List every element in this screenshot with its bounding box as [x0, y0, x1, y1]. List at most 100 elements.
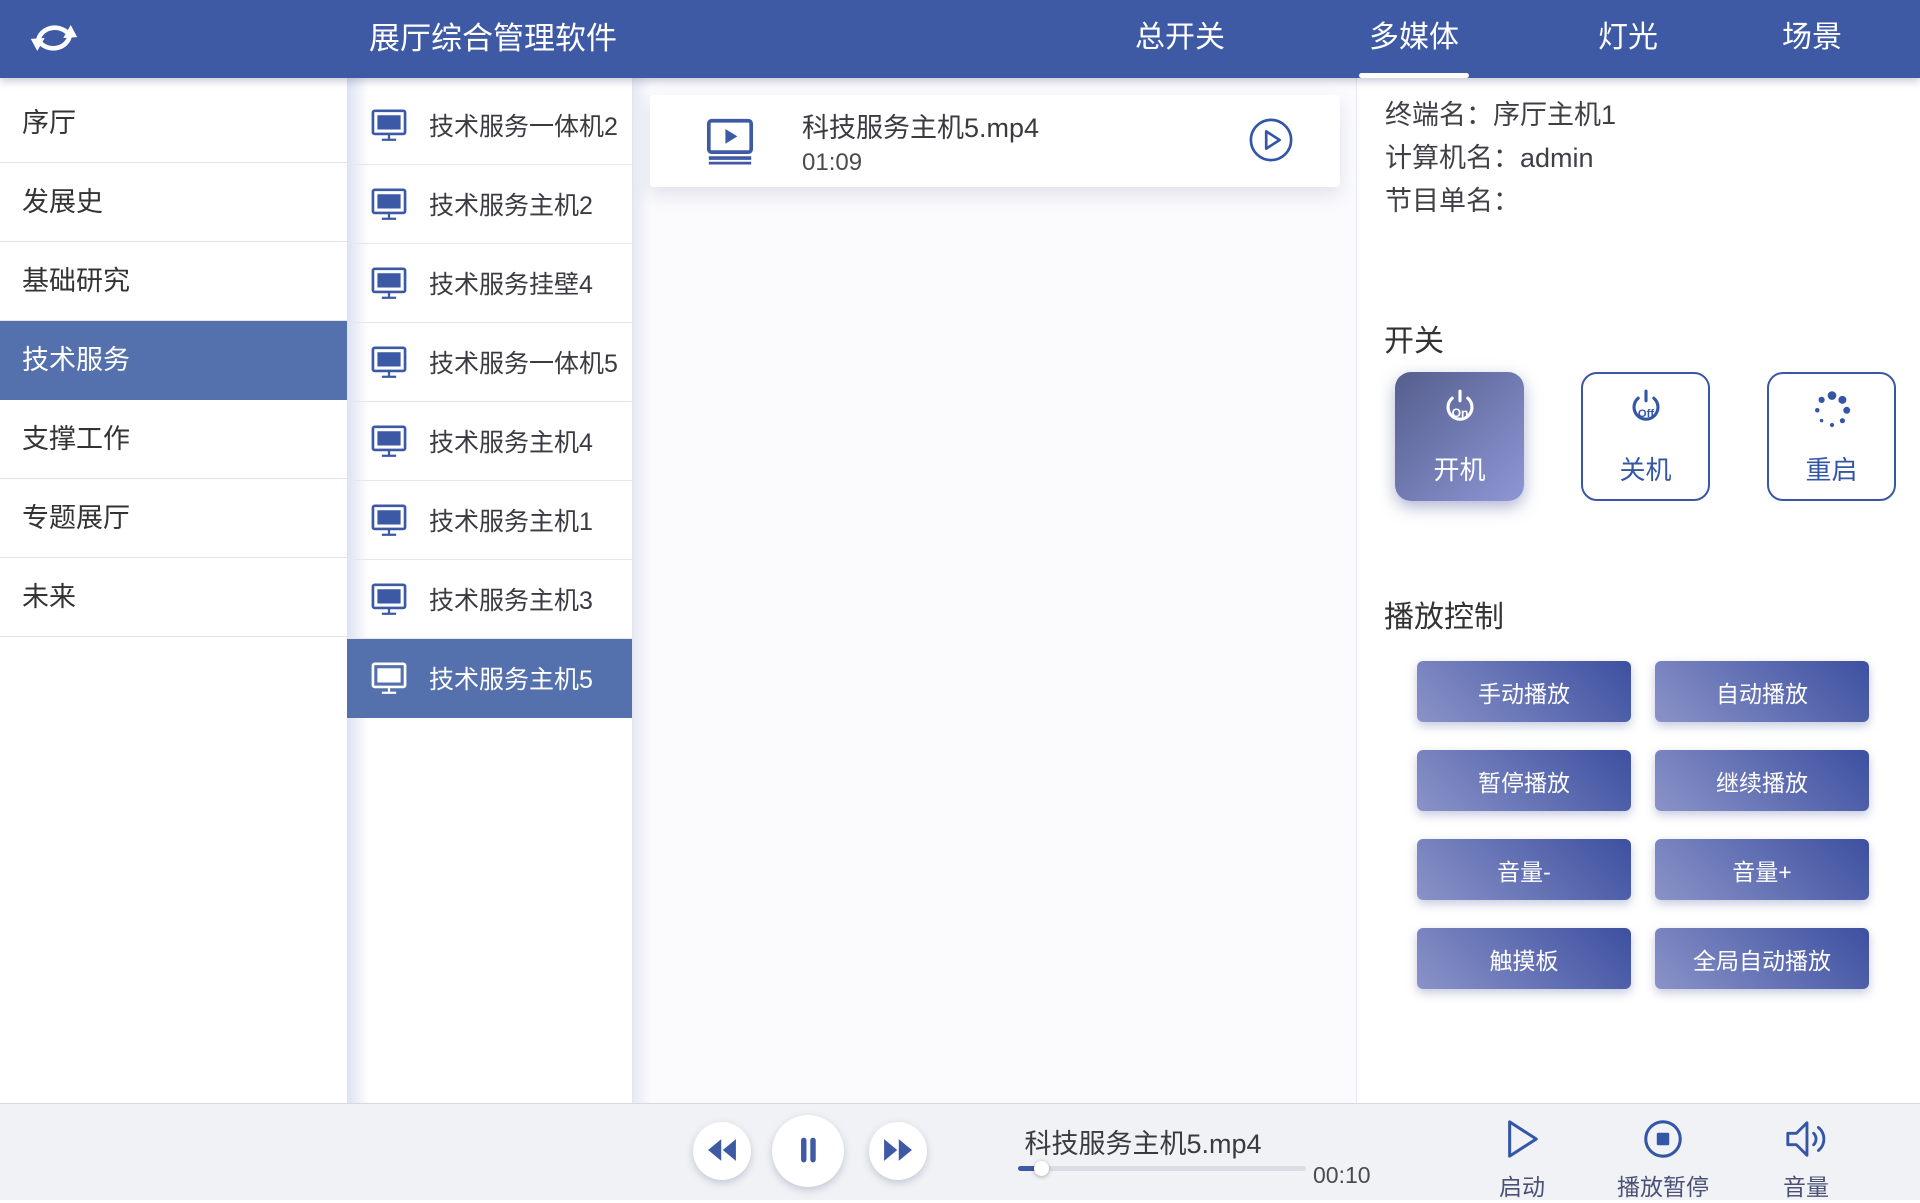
monitor-icon — [371, 109, 407, 142]
playback-button[interactable]: 继续播放 — [1655, 750, 1869, 811]
device-item[interactable]: 技术服务主机5 — [347, 639, 632, 718]
start-play-icon — [1503, 1117, 1541, 1164]
sidebar-item[interactable]: 序厅 — [0, 84, 347, 163]
restart-button[interactable]: 重启 — [1767, 372, 1896, 501]
device-item[interactable]: 技术服务主机1 — [347, 481, 632, 560]
info-row: 计算机名：admin — [1385, 137, 1616, 180]
start-button[interactable]: 启动 — [1462, 1116, 1582, 1203]
volume-button-label: 音量 — [1783, 1168, 1829, 1202]
power-on-label: 开机 — [1433, 450, 1485, 487]
info-label: 计算机名： — [1385, 143, 1520, 173]
monitor-icon — [371, 346, 407, 379]
sidebar-item[interactable]: 技术服务 — [0, 321, 347, 400]
device-item-label: 技术服务主机2 — [429, 186, 593, 222]
device-item[interactable]: 技术服务挂壁4 — [347, 244, 632, 323]
playback-button[interactable]: 自动播放 — [1655, 661, 1869, 722]
playback-button[interactable]: 全局自动播放 — [1655, 928, 1869, 989]
power-off-button[interactable]: Off 关机 — [1581, 372, 1710, 501]
device-item-label: 技术服务挂壁4 — [429, 265, 593, 301]
device-item-label: 技术服务一体机5 — [429, 344, 618, 380]
playback-button[interactable]: 音量- — [1417, 839, 1631, 900]
play-media-button[interactable] — [1248, 117, 1294, 166]
monitor-icon — [371, 583, 407, 616]
nav-tab[interactable]: 灯光 — [1588, 0, 1668, 78]
restart-label: 重启 — [1805, 450, 1857, 487]
zone-sidebar: 序厅发展史基础研究技术服务支撑工作专题展厅未来 — [0, 78, 347, 1103]
volume-button[interactable]: 音量 — [1746, 1116, 1866, 1203]
fast-forward-icon — [881, 1137, 915, 1166]
device-list: 技术服务一体机2 技术服务主机2 技术服务挂壁4 — [347, 78, 633, 1103]
spinner-icon — [1804, 386, 1860, 445]
svg-text:On: On — [1451, 406, 1468, 420]
nav-tab[interactable]: 总开关 — [1118, 0, 1242, 78]
app-title: 展厅综合管理软件 — [343, 0, 643, 78]
play-pause-button[interactable]: 播放暂停 — [1603, 1116, 1723, 1203]
nav-tab[interactable]: 多媒体 — [1352, 0, 1476, 78]
volume-icon — [1782, 1117, 1830, 1164]
pause-button[interactable] — [772, 1115, 844, 1187]
power-off-icon: Off — [1618, 386, 1674, 445]
playback-button[interactable]: 触摸板 — [1417, 928, 1631, 989]
playback-button[interactable]: 音量+ — [1655, 839, 1869, 900]
info-row: 终端名：序厅主机1 — [1385, 94, 1616, 137]
power-buttons: On 开机 Off 关机 — [1395, 372, 1896, 501]
device-item-label: 技术服务主机4 — [429, 423, 593, 459]
start-button-label: 启动 — [1499, 1168, 1545, 1202]
monitor-icon — [371, 267, 407, 300]
play-circle-icon — [1248, 117, 1294, 166]
progress-thumb[interactable] — [1034, 1161, 1049, 1176]
top-bar: 展厅综合管理软件 总开关 多媒体 灯光 场景 — [0, 0, 1920, 78]
refresh-button[interactable] — [26, 14, 82, 64]
device-item[interactable]: 技术服务主机2 — [347, 165, 632, 244]
nav-tab[interactable]: 场景 — [1772, 0, 1852, 78]
rewind-icon — [705, 1137, 739, 1166]
playback-section-heading: 播放控制 — [1384, 592, 1504, 636]
monitor-icon — [371, 662, 407, 695]
bottom-player-bar: 科技服务主机5.mp4 00:10 启动 播放暂停 音量 — [0, 1103, 1920, 1200]
playback-button[interactable]: 手动播放 — [1417, 661, 1631, 722]
power-section-heading: 开关 — [1384, 316, 1444, 360]
refresh-icon — [28, 49, 80, 64]
device-item-label: 技术服务一体机2 — [429, 107, 618, 143]
monitor-icon — [371, 504, 407, 537]
info-label: 终端名： — [1385, 100, 1493, 130]
media-duration: 01:09 — [802, 149, 1039, 177]
rewind-button[interactable] — [693, 1122, 751, 1180]
media-file-name: 科技服务主机5.mp4 — [802, 106, 1039, 145]
power-on-button[interactable]: On 开机 — [1395, 372, 1524, 501]
device-item[interactable]: 技术服务一体机2 — [347, 86, 632, 165]
sidebar-item[interactable]: 发展史 — [0, 163, 347, 242]
terminal-info: 终端名：序厅主机1计算机名：admin节目单名： — [1385, 94, 1616, 223]
playback-button[interactable]: 暂停播放 — [1417, 750, 1631, 811]
device-item[interactable]: 技术服务主机4 — [347, 402, 632, 481]
sidebar-item[interactable]: 基础研究 — [0, 242, 347, 321]
device-item-label: 技术服务主机3 — [429, 581, 593, 617]
sidebar-item[interactable]: 支撑工作 — [0, 400, 347, 479]
stop-icon — [1641, 1117, 1685, 1164]
media-meta: 科技服务主机5.mp4 01:09 — [802, 106, 1039, 177]
media-card[interactable]: 科技服务主机5.mp4 01:09 — [650, 95, 1340, 187]
info-value: admin — [1520, 143, 1594, 173]
play-pause-button-label: 播放暂停 — [1617, 1168, 1709, 1202]
power-off-label: 关机 — [1619, 450, 1671, 487]
device-item-label: 技术服务主机1 — [429, 502, 593, 538]
elapsed-time: 00:10 — [1313, 1162, 1371, 1189]
sidebar-item[interactable]: 未来 — [0, 558, 347, 637]
media-panel: 科技服务主机5.mp4 01:09 — [633, 78, 1356, 1103]
info-label: 节目单名： — [1385, 186, 1520, 216]
video-file-icon — [706, 118, 754, 165]
sidebar-item[interactable]: 专题展厅 — [0, 479, 347, 558]
playback-buttons: 手动播放自动播放暂停播放继续播放音量- 音量+ 触摸板全局自动播放 — [1417, 661, 1869, 989]
info-row: 节目单名： — [1385, 180, 1616, 223]
device-item-label: 技术服务主机5 — [429, 660, 593, 696]
device-item[interactable]: 技术服务主机3 — [347, 560, 632, 639]
device-item[interactable]: 技术服务一体机5 — [347, 323, 632, 402]
progress-bar[interactable] — [1018, 1166, 1306, 1171]
fast-forward-button[interactable] — [869, 1122, 927, 1180]
info-value: 序厅主机1 — [1493, 100, 1616, 130]
pause-icon — [791, 1134, 825, 1169]
player-file-name: 科技服务主机5.mp4 — [1018, 1122, 1268, 1161]
svg-text:Off: Off — [1637, 408, 1653, 420]
power-on-icon: On — [1432, 386, 1488, 445]
monitor-icon — [371, 188, 407, 221]
